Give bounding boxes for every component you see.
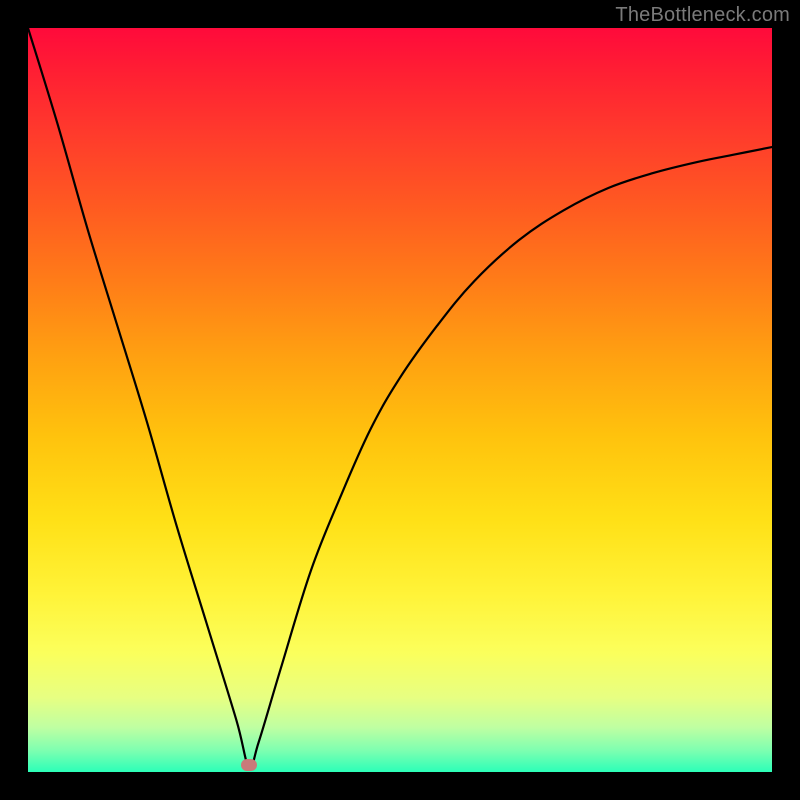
watermark-text: TheBottleneck.com — [615, 4, 790, 27]
optimum-marker — [241, 759, 257, 771]
bottleneck-curve — [28, 28, 772, 772]
plot-area — [28, 28, 772, 772]
chart-container: TheBottleneck.com — [0, 0, 800, 800]
